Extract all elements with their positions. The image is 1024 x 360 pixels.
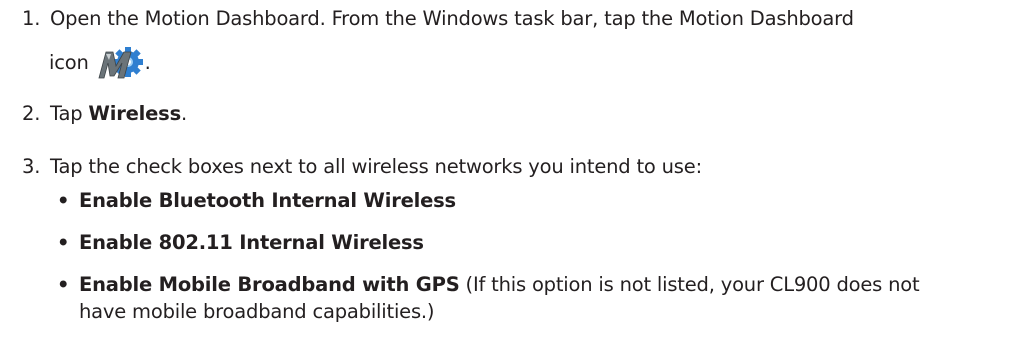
step-1-text: Open the Motion Dashboard. From the Wind… xyxy=(50,7,854,30)
bullet-mobile-broadband-note-continued: have mobile broadband capabilities.) xyxy=(79,300,435,323)
bullet-mobile-broadband-label: Enable Mobile Broadband with GPS xyxy=(79,273,460,296)
step-3: 3. Tap the check boxes next to all wirel… xyxy=(22,155,702,178)
motion-dashboard-icon xyxy=(97,46,145,82)
step-1: 1. Open the Motion Dashboard. From the W… xyxy=(22,7,854,30)
bullet-marker: • xyxy=(57,273,70,296)
bullet-mobile-broadband-note: (If this option is not listed, your CL90… xyxy=(459,273,920,296)
bullet-80211-label: Enable 802.11 Internal Wireless xyxy=(79,231,424,254)
step-1-period: . xyxy=(144,50,151,74)
bullet-bluetooth: • Enable Bluetooth Internal Wireless xyxy=(57,189,456,212)
bullet-bluetooth-label: Enable Bluetooth Internal Wireless xyxy=(79,189,456,212)
step-3-number: 3. xyxy=(22,155,41,178)
step-1-icon-label: icon xyxy=(49,50,89,74)
step-2-number: 2. xyxy=(22,102,41,125)
step-2: 2. Tap Wireless. xyxy=(22,102,187,125)
step-1-continuation: icon . xyxy=(49,44,151,80)
step-2-wireless-label: Wireless xyxy=(88,102,181,125)
bullet-80211: • Enable 802.11 Internal Wireless xyxy=(57,231,424,254)
bullet-marker: • xyxy=(57,189,70,212)
bullet-mobile-broadband: • Enable Mobile Broadband with GPS (If th… xyxy=(57,273,920,296)
step-3-text: Tap the check boxes next to all wireless… xyxy=(50,155,702,178)
step-1-number: 1. xyxy=(22,7,41,30)
instruction-document: 1. Open the Motion Dashboard. From the W… xyxy=(0,0,1024,360)
bullet-marker: • xyxy=(57,231,70,254)
step-2-prefix: Tap xyxy=(50,102,89,125)
step-2-suffix: . xyxy=(180,102,187,125)
